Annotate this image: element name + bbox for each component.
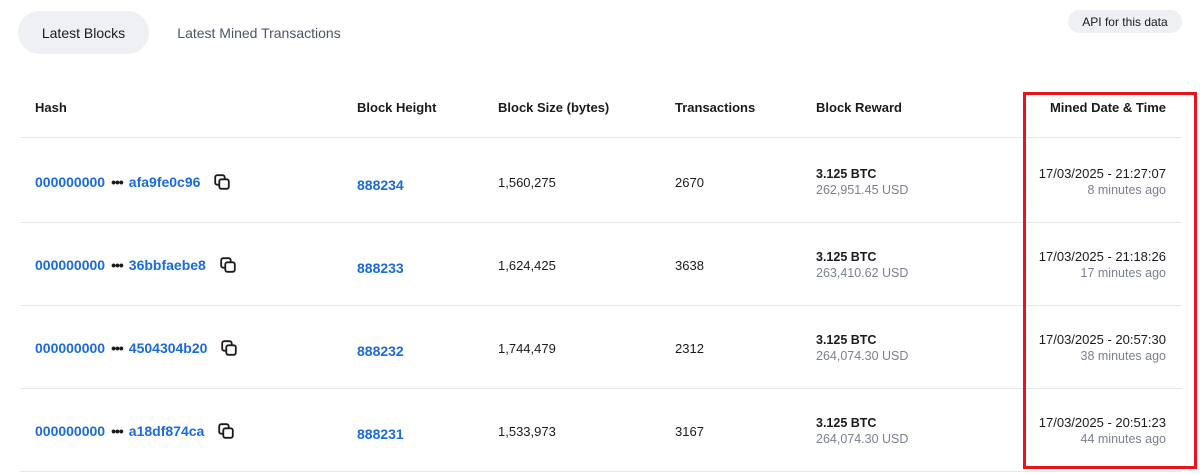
block-hash-link[interactable]: 000000000 ••• a18df874ca [35, 389, 235, 472]
column-header-transactions[interactable]: Transactions [675, 90, 755, 124]
block-reward: 3.125 BTC 264,074.30 USD [816, 333, 908, 363]
hash-ellipsis: ••• [111, 256, 124, 273]
tab-latest-blocks[interactable]: Latest Blocks [18, 11, 149, 54]
hash-ellipsis: ••• [111, 339, 124, 356]
block-size: 1,624,425 [498, 258, 556, 273]
reward-usd: 264,074.30 USD [816, 349, 909, 363]
hash-ellipsis: ••• [111, 173, 124, 190]
column-header-block-reward[interactable]: Block Reward [816, 90, 902, 124]
block-height-link[interactable]: 888232 [357, 306, 404, 389]
block-height-link[interactable]: 888234 [357, 140, 404, 223]
hash-prefix: 000000000 [35, 422, 106, 439]
hash-prefix: 000000000 [35, 256, 106, 273]
hash-suffix: 4504304b20 [128, 339, 208, 356]
block-size: 1,560,275 [498, 175, 556, 190]
table-row: 000000000 ••• a18df874ca 888231 1,533,97… [20, 389, 1182, 472]
copy-icon[interactable] [221, 339, 238, 356]
tab-latest-mined-transactions[interactable]: Latest Mined Transactions [166, 11, 352, 54]
reward-usd: 264,074.30 USD [816, 432, 909, 446]
column-header-block-height[interactable]: Block Height [357, 90, 436, 124]
copy-icon[interactable] [214, 173, 231, 190]
reward-usd: 262,951.45 USD [816, 183, 909, 197]
api-for-this-data-button[interactable]: API for this data [1068, 10, 1182, 33]
hash-prefix: 000000000 [35, 339, 106, 356]
hash-prefix: 000000000 [35, 173, 106, 190]
copy-icon[interactable] [220, 256, 236, 273]
mined-datetime: 17/03/2025 - 20:57:30 [1038, 332, 1166, 347]
column-header-block-size[interactable]: Block Size (bytes) [498, 90, 609, 124]
copy-icon[interactable] [218, 422, 235, 439]
mined-datetime: 17/03/2025 - 21:18:26 [1038, 249, 1166, 264]
mined-date-time: 17/03/2025 - 21:27:07 8 minutes ago [1039, 166, 1166, 197]
reward-btc: 3.125 BTC [816, 333, 877, 347]
column-header-mined-date-time[interactable]: Mined Date & Time [1050, 90, 1166, 124]
block-reward: 3.125 BTC 262,951.45 USD [816, 167, 908, 197]
table-row: 000000000 ••• 4504304b20 888232 1,744,47… [20, 306, 1182, 389]
mined-datetime: 17/03/2025 - 20:51:23 [1038, 415, 1166, 430]
table-header: Hash Block Height Block Size (bytes) Tra… [20, 90, 1182, 138]
mined-date-time: 17/03/2025 - 20:57:30 38 minutes ago [1039, 332, 1166, 363]
reward-btc: 3.125 BTC [816, 416, 877, 430]
transaction-count: 3638 [675, 258, 704, 273]
block-reward: 3.125 BTC 263,410.62 USD [816, 250, 908, 280]
reward-btc: 3.125 BTC [816, 250, 877, 264]
transaction-count: 2670 [675, 175, 704, 190]
block-reward: 3.125 BTC 264,074.30 USD [816, 416, 908, 446]
table-row: 000000000 ••• afa9fe0c96 888234 1,560,27… [20, 140, 1182, 223]
block-hash-link[interactable]: 000000000 ••• 36bbfaebe8 [35, 223, 236, 306]
hash-suffix: afa9fe0c96 [128, 173, 201, 190]
block-hash-link[interactable]: 000000000 ••• 4504304b20 [35, 306, 238, 389]
column-header-hash[interactable]: Hash [35, 90, 67, 124]
mined-date-time: 17/03/2025 - 20:51:23 44 minutes ago [1039, 415, 1166, 446]
mined-time-ago: 44 minutes ago [1080, 432, 1166, 446]
mined-time-ago: 38 minutes ago [1080, 349, 1166, 363]
mined-time-ago: 17 minutes ago [1080, 266, 1166, 280]
hash-suffix: 36bbfaebe8 [128, 256, 206, 273]
transaction-count: 3167 [675, 424, 704, 439]
hash-ellipsis: ••• [111, 422, 124, 439]
block-hash-link[interactable]: 000000000 ••• afa9fe0c96 [35, 140, 231, 223]
table-row: 000000000 ••• 36bbfaebe8 888233 1,624,42… [20, 223, 1182, 306]
block-height-link[interactable]: 888231 [357, 389, 404, 472]
mined-time-ago: 8 minutes ago [1087, 183, 1166, 197]
mined-date-time: 17/03/2025 - 21:18:26 17 minutes ago [1039, 249, 1166, 280]
reward-usd: 263,410.62 USD [816, 266, 909, 280]
transaction-count: 2312 [675, 341, 704, 356]
mined-datetime: 17/03/2025 - 21:27:07 [1038, 166, 1166, 181]
hash-suffix: a18df874ca [128, 422, 205, 439]
reward-btc: 3.125 BTC [816, 167, 877, 181]
block-size: 1,744,479 [498, 341, 556, 356]
block-size: 1,533,973 [498, 424, 556, 439]
latest-blocks-page: Latest Blocks Latest Mined Transactions … [0, 0, 1200, 474]
block-height-link[interactable]: 888233 [357, 223, 404, 306]
